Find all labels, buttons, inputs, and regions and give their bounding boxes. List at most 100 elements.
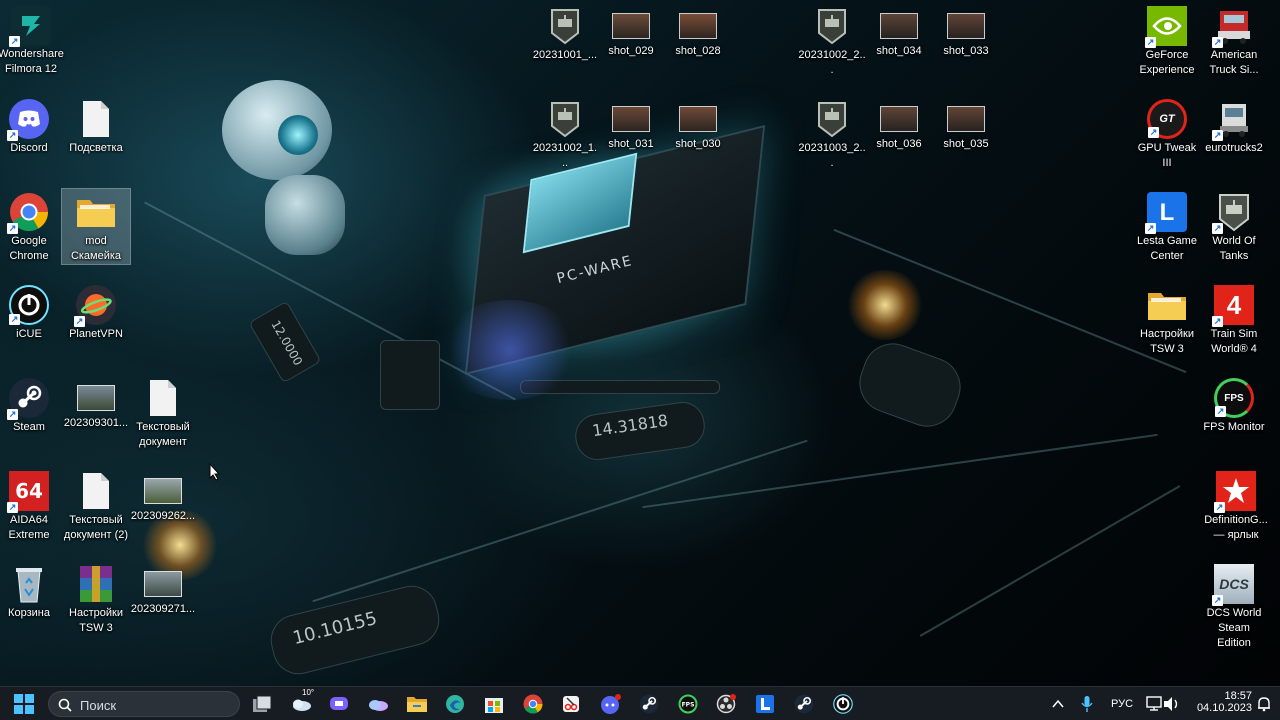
desktop-icon-image-20230927[interactable]: 202309271... (129, 561, 197, 617)
svg-text:FPS: FPS (682, 702, 695, 709)
desktop-icon-shot-035[interactable]: shot_035 (932, 96, 1000, 152)
icon-label: 20231003_2... (798, 142, 866, 169)
desktop-icon-shot-030[interactable]: shot_030 (664, 96, 732, 152)
taskbar-obs-button[interactable] (713, 692, 739, 716)
desktop-icon-tsw3-settings-folder[interactable]: Настройки TSW 3 (1133, 282, 1201, 357)
taskbar-chrome-button[interactable] (520, 692, 546, 716)
desktop-icon-filmora[interactable]: ↗ Wondershare Filmora 12 (0, 2, 67, 77)
screenshot-thumb-icon (679, 13, 717, 39)
desktop-icon-steam[interactable]: ↗ Steam (0, 375, 63, 435)
clock[interactable]: 18:57 04.10.2023 (1192, 690, 1252, 714)
desktop-icon-shot-031[interactable]: shot_031 (597, 96, 665, 152)
taskbar-snipping-tool-button[interactable] (558, 692, 584, 716)
weather-widget[interactable]: 10° (288, 688, 314, 716)
icon-label: Текстовый документ (136, 421, 190, 448)
desktop-icon-gpu-tweak[interactable]: GT ↗ GPU Tweak III (1133, 96, 1201, 171)
icon-label: 202309262... (130, 510, 196, 522)
desktop-icon-eurotrucks2[interactable]: ↗ eurotrucks2 (1200, 96, 1268, 156)
taskbar-file-explorer-button[interactable] (404, 692, 430, 716)
folder-icon (1147, 285, 1187, 325)
ms-store-icon (485, 698, 503, 713)
taskbar-store-button[interactable] (481, 692, 507, 716)
desktop-icon-textdoc2[interactable]: Текстовый документ (2) (62, 468, 130, 543)
winrar-icon (76, 564, 116, 604)
icon-label: Google Chrome (9, 235, 49, 262)
wot-replay-icon (812, 99, 852, 139)
language-indicator[interactable]: РУС (1111, 698, 1133, 710)
task-view-icon (253, 695, 272, 712)
chevron-up-icon (1052, 699, 1064, 708)
desktop-icon-shot-034[interactable]: shot_034 (865, 3, 933, 59)
desktop-icon-shot-033[interactable]: shot_033 (932, 3, 1000, 59)
icon-label: Корзина (8, 607, 50, 619)
screenshot-thumb-icon (880, 106, 918, 132)
taskbar-meet-button[interactable] (326, 692, 352, 716)
desktop-icon-lesta[interactable]: L ↗ Lesta Game Center (1133, 189, 1201, 264)
taskbar-onedrive-button[interactable] (365, 692, 391, 716)
gpu-tweak-icon: GT ↗ (1147, 99, 1187, 139)
ets2-truck-icon: ↗ (1212, 99, 1254, 141)
show-hidden-icons-button[interactable] (1045, 692, 1071, 716)
icon-label: Настройки TSW 3 (1140, 328, 1194, 355)
desktop-icon-image-20230930[interactable]: 202309301... (62, 375, 130, 431)
start-button[interactable] (11, 692, 37, 716)
volume-button[interactable] (1159, 692, 1185, 716)
icon-label: 20231001_... (532, 49, 598, 61)
desktop-icon-wot-replay-4[interactable]: 20231003_2... (797, 96, 867, 171)
task-view-button[interactable] (249, 692, 275, 716)
desktop-icon-shot-036[interactable]: shot_036 (865, 96, 933, 152)
desktop-icon-fps-monitor[interactable]: FPS ↗ FPS Monitor (1200, 375, 1268, 435)
icon-label: Steam (13, 421, 45, 433)
desktop-icon-podsvetka[interactable]: Подсветка (62, 96, 130, 156)
taskbar-lesta-button[interactable] (752, 692, 778, 716)
desktop-icon-wot-replay-2[interactable]: 20231002_2... (797, 3, 867, 78)
file-explorer-icon (407, 697, 427, 712)
icon-label: eurotrucks2 (1205, 142, 1263, 154)
desktop-icon-tsw3-archive[interactable]: Настройки TSW 3 (62, 561, 130, 636)
taskbar-steam-button[interactable] (636, 692, 662, 716)
desktop-icon-textdoc[interactable]: Текстовый документ (129, 375, 197, 450)
desktop-icon-chrome[interactable]: ↗ Google Chrome (0, 189, 63, 264)
snipping-tool-icon (563, 696, 579, 712)
desktop-icon-shot-029[interactable]: shot_029 (597, 3, 665, 59)
taskbar-edge-button[interactable] (442, 692, 468, 716)
bell-icon (1258, 697, 1270, 712)
desktop-icon-geforce[interactable]: ↗ GeForce Experience (1133, 3, 1201, 78)
desktop-icon-dcs-world[interactable]: DCS ↗ DCS World Steam Edition (1200, 561, 1268, 651)
clock-date: 04.10.2023 (1196, 702, 1252, 714)
obs-icon (716, 694, 736, 714)
desktop-icon-wot-replay-1[interactable]: 20231001_... (531, 3, 599, 63)
desktop-icon-image-20230926[interactable]: 202309262... (129, 468, 197, 524)
desktop-icon-ats[interactable]: ↗ American Truck Si... (1200, 3, 1268, 78)
screenshot-thumb-icon (612, 106, 650, 132)
desktop-icon-world-of-tanks[interactable]: ↗ World Of Tanks (1200, 189, 1268, 264)
image-thumb-icon (144, 478, 182, 504)
microphone-button[interactable] (1074, 692, 1100, 716)
desktop-icon-icue[interactable]: ↗ iCUE (0, 282, 63, 342)
desktop-icon-aida64[interactable]: 64 ↗ AIDA64 Extreme (0, 468, 63, 543)
desktop-icon-discord[interactable]: ↗ Discord (0, 96, 63, 156)
desktop-icon-definition[interactable]: ↗ DefinitionG... — ярлык (1200, 468, 1272, 543)
desktop-icon-shot-028[interactable]: shot_028 (664, 3, 732, 59)
windows-logo-icon (14, 694, 34, 714)
wot-icon: ↗ (1212, 192, 1254, 234)
taskbar-icue-button[interactable] (830, 692, 856, 716)
blank-file-icon (76, 471, 116, 511)
fps-monitor-icon: FPS ↗ (1214, 378, 1254, 418)
desktop-icon-planetvpn[interactable]: ↗ PlanetVPN (62, 282, 130, 342)
desktop-icon-wot-replay-3[interactable]: 20231002_1... (531, 96, 599, 171)
desktop-icon-recycle-bin[interactable]: Корзина (0, 561, 63, 621)
taskbar-discord-button[interactable] (597, 692, 623, 716)
desktop-icon-train-sim-world[interactable]: 4 ↗ Train Sim World® 4 (1200, 282, 1268, 357)
mouse-cursor-icon (209, 463, 221, 481)
screenshot-thumb-icon (880, 13, 918, 39)
screenshot-thumb-icon (679, 106, 717, 132)
wot-replay-icon (545, 6, 585, 46)
taskbar-fps-monitor-button[interactable]: FPS (675, 692, 701, 716)
steam-icon (794, 694, 814, 714)
taskbar-search-box[interactable]: Поиск (48, 691, 240, 717)
desktop-icon-mod-folder[interactable]: mod Скамейка (61, 188, 131, 265)
icon-label: shot_033 (943, 45, 989, 57)
taskbar-steam2-button[interactable] (791, 692, 817, 716)
notifications-button[interactable] (1251, 692, 1277, 716)
